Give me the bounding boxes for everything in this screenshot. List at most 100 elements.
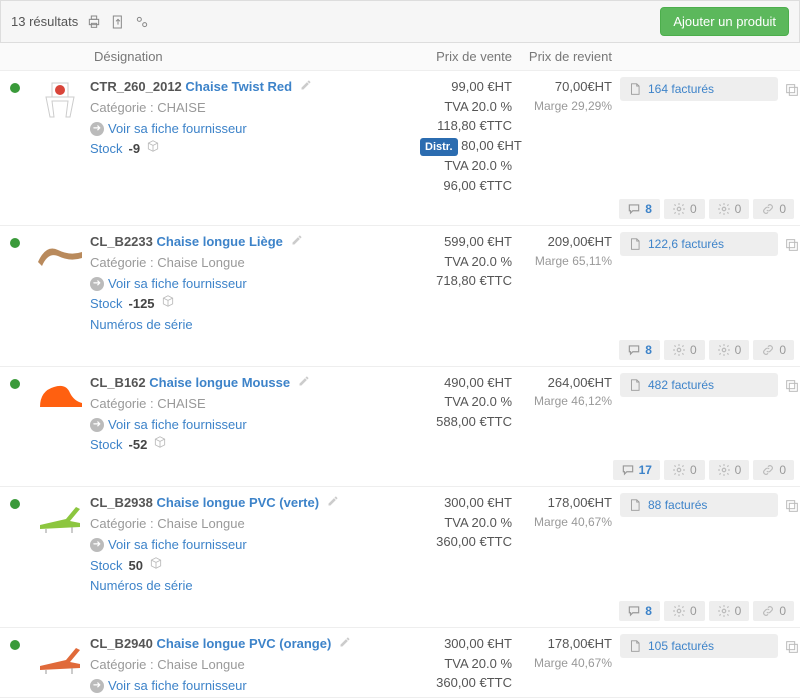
supplier-link[interactable]: Voir sa fiche fournisseur bbox=[108, 676, 247, 697]
stock-value: 50 bbox=[129, 556, 143, 577]
sale-price-ttc: 360,00 €TTC bbox=[420, 532, 512, 552]
product-row: CL_B2940 Chaise longue PVC (orange) Caté… bbox=[0, 628, 800, 697]
serial-numbers-link[interactable]: Numéros de série bbox=[90, 578, 193, 593]
pencil-icon[interactable] bbox=[327, 495, 339, 510]
arrow-circle-icon: ➜ bbox=[90, 122, 104, 136]
supplier-link[interactable]: Voir sa fiche fournisseur bbox=[108, 119, 247, 140]
gear-pill-2[interactable]: 0 bbox=[709, 340, 750, 360]
product-name-link[interactable]: Chaise Twist Red bbox=[185, 79, 292, 94]
comments-pill[interactable]: 8 bbox=[619, 199, 660, 219]
product-sku: CTR_260_2012 bbox=[90, 79, 182, 94]
box-icon bbox=[153, 435, 167, 456]
header-cost-price: Prix de revient bbox=[520, 49, 620, 64]
invoiced-button[interactable]: 88 facturés bbox=[620, 493, 778, 517]
chain-pill[interactable]: 0 bbox=[753, 199, 794, 219]
copy-icon[interactable] bbox=[784, 82, 800, 101]
distr-price-ttc: 96,00 €TTC bbox=[420, 176, 512, 196]
product-name-link[interactable]: Chaise longue PVC (verte) bbox=[157, 495, 320, 510]
product-name-link[interactable]: Chaise longue PVC (orange) bbox=[157, 636, 332, 651]
sale-price-ttc: 588,00 €TTC bbox=[420, 412, 512, 432]
product-row: CTR_260_2012 Chaise Twist Red Catégorie … bbox=[0, 71, 800, 226]
product-row: CL_B2938 Chaise longue PVC (verte) Catég… bbox=[0, 487, 800, 628]
invoiced-button[interactable]: 105 facturés bbox=[620, 634, 778, 658]
product-footer: 8 0 0 0 bbox=[0, 336, 800, 366]
sale-price-ht: 599,00 €HT bbox=[420, 232, 512, 252]
margin-value: Marge 40,67% bbox=[520, 513, 612, 531]
product-thumbnail[interactable] bbox=[30, 232, 90, 336]
invoiced-button[interactable]: 482 facturés bbox=[620, 373, 778, 397]
copy-icon[interactable] bbox=[784, 237, 800, 256]
sale-tva: TVA 20.0 % bbox=[420, 513, 512, 533]
settings-icon[interactable] bbox=[134, 14, 150, 30]
chain-pill[interactable]: 0 bbox=[753, 460, 794, 480]
sale-price-ht: 300,00 €HT bbox=[420, 634, 512, 654]
header-designation: Désignation bbox=[90, 49, 420, 64]
distr-tva: TVA 20.0 % bbox=[420, 156, 512, 176]
gear-pill-1[interactable]: 0 bbox=[664, 601, 705, 621]
comments-pill[interactable]: 8 bbox=[619, 340, 660, 360]
box-icon bbox=[146, 139, 160, 160]
sale-price-ttc: 718,80 €TTC bbox=[420, 271, 512, 291]
product-thumbnail[interactable] bbox=[30, 77, 90, 195]
gear-pill-2[interactable]: 0 bbox=[709, 199, 750, 219]
gear-pill-2[interactable]: 0 bbox=[709, 460, 750, 480]
product-sku: CL_B162 bbox=[90, 375, 146, 390]
pencil-icon[interactable] bbox=[291, 234, 303, 249]
chain-pill[interactable]: 0 bbox=[753, 340, 794, 360]
category-label: Catégorie : bbox=[90, 100, 154, 115]
topbar-left: 13 résultats bbox=[11, 14, 150, 30]
sale-price-ht: 300,00 €HT bbox=[420, 493, 512, 513]
supplier-link[interactable]: Voir sa fiche fournisseur bbox=[108, 535, 247, 556]
product-name-link[interactable]: Chaise longue Mousse bbox=[149, 375, 290, 390]
add-product-button[interactable]: Ajouter un produit bbox=[660, 7, 789, 36]
invoiced-button[interactable]: 122,6 facturés bbox=[620, 232, 778, 256]
gear-pill-1[interactable]: 0 bbox=[664, 340, 705, 360]
product-sku: CL_B2938 bbox=[90, 495, 153, 510]
export-icon[interactable] bbox=[110, 14, 126, 30]
product-row: CL_B162 Chaise longue Mousse Catégorie :… bbox=[0, 367, 800, 487]
stock-link[interactable]: Stock bbox=[90, 435, 123, 456]
pencil-icon[interactable] bbox=[300, 79, 312, 94]
box-icon bbox=[161, 294, 175, 315]
category-label: Catégorie : bbox=[90, 255, 154, 270]
invoiced-count: 105 bbox=[648, 639, 668, 653]
print-icon[interactable] bbox=[86, 14, 102, 30]
sale-price-ht: 490,00 €HT bbox=[420, 373, 512, 393]
serial-numbers-link[interactable]: Numéros de série bbox=[90, 317, 193, 332]
stock-link[interactable]: Stock bbox=[90, 556, 123, 577]
pencil-icon[interactable] bbox=[339, 636, 351, 651]
arrow-circle-icon: ➜ bbox=[90, 538, 104, 552]
gear-pill-1[interactable]: 0 bbox=[664, 460, 705, 480]
invoiced-count: 88 bbox=[648, 498, 661, 512]
chain-pill[interactable]: 0 bbox=[753, 601, 794, 621]
arrow-circle-icon: ➜ bbox=[90, 277, 104, 291]
supplier-link[interactable]: Voir sa fiche fournisseur bbox=[108, 415, 247, 436]
gear-pill-2[interactable]: 0 bbox=[709, 601, 750, 621]
gear-pill-1[interactable]: 0 bbox=[664, 199, 705, 219]
supplier-link[interactable]: Voir sa fiche fournisseur bbox=[108, 274, 247, 295]
product-thumbnail[interactable] bbox=[30, 634, 90, 696]
sale-tva: TVA 20.0 % bbox=[420, 654, 512, 674]
cost-price-ht: 178,00€HT bbox=[520, 493, 612, 513]
product-thumbnail[interactable] bbox=[30, 493, 90, 597]
pencil-icon[interactable] bbox=[298, 375, 310, 390]
copy-icon[interactable] bbox=[784, 378, 800, 397]
copy-icon[interactable] bbox=[784, 498, 800, 517]
copy-icon[interactable] bbox=[784, 639, 800, 658]
comments-pill[interactable]: 8 bbox=[619, 601, 660, 621]
comments-pill[interactable]: 17 bbox=[613, 460, 660, 480]
invoiced-button[interactable]: 164 facturés bbox=[620, 77, 778, 101]
arrow-circle-icon: ➜ bbox=[90, 418, 104, 432]
product-name-link[interactable]: Chaise longue Liège bbox=[157, 234, 283, 249]
category-value: Chaise Longue bbox=[157, 255, 244, 270]
margin-value: Marge 46,12% bbox=[520, 392, 612, 410]
sale-tva: TVA 20.0 % bbox=[420, 97, 512, 117]
cost-price-ht: 209,00€HT bbox=[520, 232, 612, 252]
stock-link[interactable]: Stock bbox=[90, 139, 123, 160]
product-thumbnail[interactable] bbox=[30, 373, 90, 456]
product-list: CTR_260_2012 Chaise Twist Red Catégorie … bbox=[0, 71, 800, 698]
sale-price-ttc: 118,80 €TTC bbox=[420, 116, 512, 136]
stock-link[interactable]: Stock bbox=[90, 294, 123, 315]
stock-value: -52 bbox=[129, 435, 148, 456]
category-label: Catégorie : bbox=[90, 657, 154, 672]
